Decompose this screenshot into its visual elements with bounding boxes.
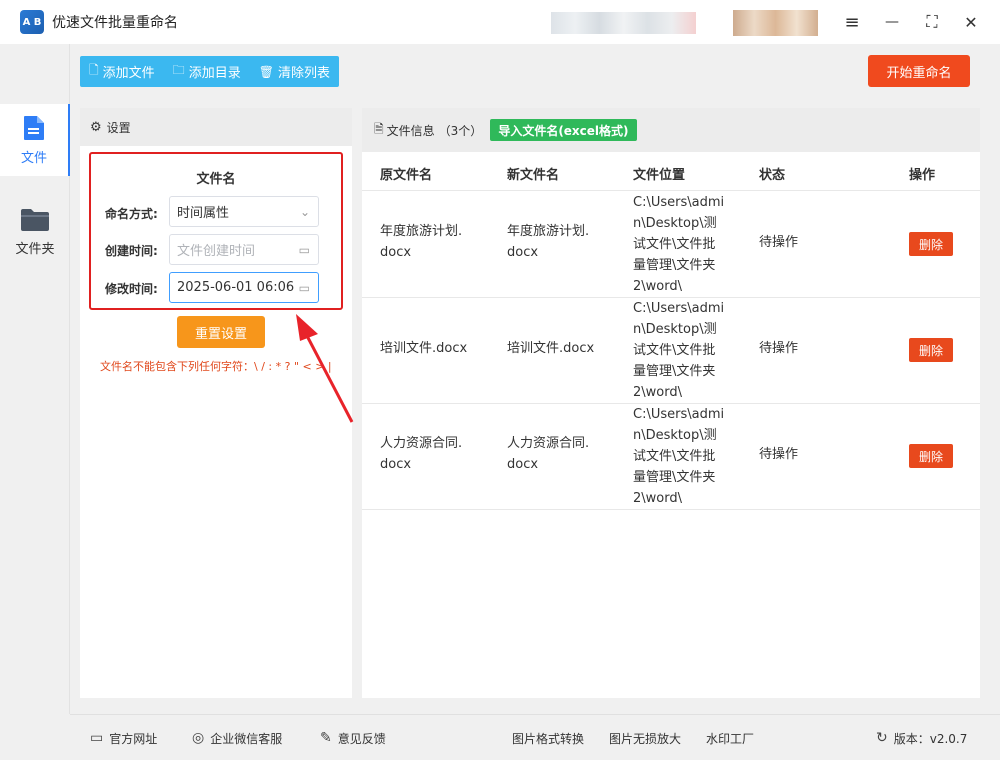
- cell-original-name: 培训文件.docx: [380, 341, 468, 356]
- naming-mode-label: 命名方式:: [105, 207, 158, 221]
- account-info-blurred: [551, 12, 696, 34]
- created-time-placeholder: 文件创建时间: [177, 244, 256, 259]
- file-list-panel: 🗎 文件信息 （3个） 导入文件名(excel格式) 原文件名 新文件名 文件位…: [362, 108, 980, 698]
- table-header: 原文件名 新文件名 文件位置 状态 操作: [362, 152, 980, 191]
- calendar-icon: ▭: [298, 280, 310, 295]
- created-time-input[interactable]: 文件创建时间 ▭: [169, 234, 319, 265]
- website-icon: ▭: [90, 730, 104, 746]
- version-info: ↻ 版本：v2.0.7: [876, 715, 967, 760]
- chat-icon: ◎: [192, 730, 205, 746]
- version-label: 版本：v2.0.7: [893, 731, 968, 746]
- maximize-icon[interactable]: ⛶: [918, 8, 946, 36]
- chevron-down-icon: ⌄: [299, 204, 310, 219]
- invalid-chars-warning: 文件名不能包含下列任何字符：\ / : * ? " < > |: [100, 360, 332, 373]
- clear-list-button[interactable]: 🗑 清除列表: [250, 56, 339, 87]
- cell-location: C:\Users\admi n\Desktop\测 试文件\文件批 量管理\文件…: [633, 301, 725, 400]
- cell-new-name: 培训文件.docx: [507, 341, 595, 356]
- trash-icon: 🗑: [258, 64, 274, 79]
- col-original-name: 原文件名: [380, 168, 433, 183]
- cell-new-name: 年度旅游计划. docx: [507, 224, 590, 260]
- gear-icon: ⚙: [90, 119, 102, 135]
- clear-list-label: 清除列表: [277, 66, 330, 81]
- modified-time-value: 2025-06-01 06:06: [177, 280, 295, 295]
- created-time-label: 创建时间:: [105, 244, 158, 258]
- format-convert-link[interactable]: 图片格式转换: [512, 715, 584, 760]
- add-file-button[interactable]: 🗋 添加文件: [80, 56, 164, 87]
- cell-original-name: 年度旅游计划. docx: [380, 224, 463, 260]
- filename-group-title: 文件名: [196, 172, 236, 187]
- feedback-icon: ✎: [320, 730, 332, 746]
- table-row: 年度旅游计划. docx 年度旅游计划. docx C:\Users\admi n\…: [362, 192, 980, 298]
- toolbar: 🗋 添加文件 🗀 添加目录 🗑 清除列表: [80, 56, 339, 87]
- table-row: 人力资源合同. docx 人力资源合同. docx C:\Users\admi n\…: [362, 404, 980, 510]
- add-file-label: 添加文件: [102, 66, 155, 81]
- cell-status: 待操作: [759, 341, 799, 356]
- wechat-label: 企业微信客服: [210, 731, 283, 746]
- delete-button[interactable]: 删除: [909, 338, 953, 362]
- nav-file[interactable]: 文件: [0, 104, 70, 176]
- minimize-icon[interactable]: —: [878, 8, 906, 36]
- file-info-title: 文件信息: [386, 123, 435, 138]
- col-status: 状态: [759, 168, 786, 183]
- reset-settings-button[interactable]: 重置设置: [177, 316, 265, 348]
- document-icon: 🗋: [89, 63, 99, 77]
- import-excel-button[interactable]: 导入文件名(excel格式): [490, 119, 637, 141]
- file-list-header: 🗎 文件信息 （3个） 导入文件名(excel格式): [362, 108, 980, 152]
- calendar-icon: ▭: [298, 242, 310, 257]
- file-count: （3个）: [438, 123, 483, 138]
- add-directory-button[interactable]: 🗀 添加目录: [164, 56, 250, 87]
- menu-icon[interactable]: ≡: [838, 8, 866, 36]
- website-label: 官方网址: [109, 731, 158, 746]
- document-small-icon: 🗎: [374, 121, 384, 136]
- folder-outline-icon: 🗀: [172, 63, 185, 77]
- naming-mode-select[interactable]: 时间属性 ⌄: [169, 196, 319, 227]
- avatar-blurred: [733, 10, 818, 36]
- feedback-link[interactable]: ✎ 意见反馈: [320, 715, 386, 760]
- title-bar: A B 优速文件批量重命名 ≡ — ⛶ ✕: [0, 0, 1000, 44]
- modified-time-input[interactable]: 2025-06-01 06:06 ▭: [169, 272, 319, 303]
- left-nav: 文件 文件夹: [0, 44, 70, 714]
- col-action: 操作: [909, 168, 936, 183]
- col-new-name: 新文件名: [507, 168, 560, 183]
- settings-panel: ⚙ 设置 文件名 命名方式: 时间属性 ⌄ 创建时间: 文件创建时间 ▭ 修改时…: [80, 108, 352, 698]
- settings-title: 设置: [106, 120, 131, 135]
- close-icon[interactable]: ✕: [957, 8, 985, 36]
- refresh-icon: ↻: [876, 730, 888, 746]
- col-location: 文件位置: [633, 168, 686, 183]
- feedback-label: 意见反馈: [337, 731, 386, 746]
- app-logo: A B: [20, 10, 44, 34]
- settings-header: ⚙ 设置: [80, 108, 352, 146]
- nav-file-label: 文件: [20, 150, 47, 166]
- app-title: 优速文件批量重命名: [52, 15, 178, 31]
- delete-button[interactable]: 删除: [909, 232, 953, 256]
- add-directory-label: 添加目录: [188, 66, 241, 81]
- nav-folder-label: 文件夹: [15, 241, 55, 257]
- cell-original-name: 人力资源合同. docx: [380, 436, 463, 472]
- wechat-support-link[interactable]: ◎ 企业微信客服: [192, 715, 282, 760]
- footer: ▭ 官方网址 ◎ 企业微信客服 ✎ 意见反馈 图片格式转换 图片无损放大 水印工…: [70, 714, 1000, 760]
- cell-new-name: 人力资源合同. docx: [507, 436, 590, 472]
- nav-folder[interactable]: 文件夹: [0, 196, 70, 268]
- official-website-link[interactable]: ▭ 官方网址: [90, 715, 157, 760]
- lossless-zoom-link[interactable]: 图片无损放大: [609, 715, 681, 760]
- start-rename-button[interactable]: 开始重命名: [868, 55, 970, 87]
- folder-icon: [21, 208, 49, 231]
- watermark-factory-link[interactable]: 水印工厂: [706, 715, 754, 760]
- table-row: 培训文件.docx 培训文件.docx C:\Users\admi n\Deskto…: [362, 298, 980, 404]
- modified-time-label: 修改时间:: [105, 282, 158, 296]
- cell-location: C:\Users\admi n\Desktop\测 试文件\文件批 量管理\文件…: [633, 407, 725, 506]
- delete-button[interactable]: 删除: [909, 444, 953, 468]
- file-icon: [24, 115, 44, 140]
- cell-location: C:\Users\admi n\Desktop\测 试文件\文件批 量管理\文件…: [633, 195, 725, 294]
- naming-mode-value: 时间属性: [177, 206, 230, 221]
- cell-status: 待操作: [759, 235, 799, 250]
- cell-status: 待操作: [759, 447, 799, 462]
- highlight-box: 文件名 命名方式: 时间属性 ⌄ 创建时间: 文件创建时间 ▭ 修改时间: 20…: [89, 152, 343, 310]
